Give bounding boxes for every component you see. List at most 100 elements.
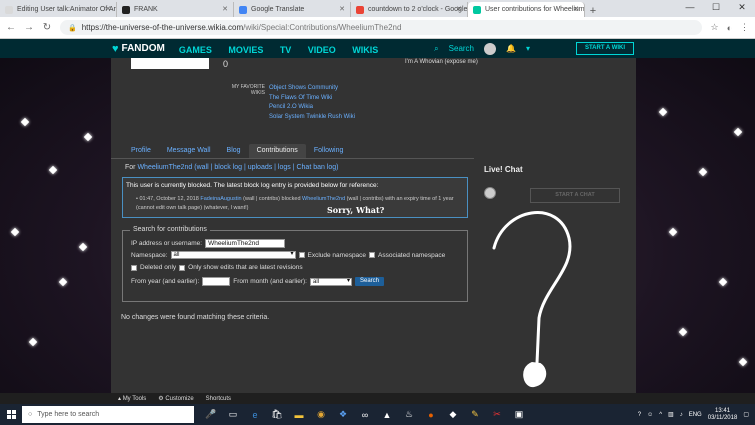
steam-icon[interactable]: ♨: [402, 408, 416, 422]
start-wiki-button[interactable]: START A WIKI: [576, 42, 634, 55]
from-year-input[interactable]: [202, 277, 231, 286]
tab-blog[interactable]: Blog: [219, 144, 249, 158]
maximize-icon[interactable]: ☐: [703, 0, 729, 14]
tab-message-wall[interactable]: Message Wall: [159, 144, 219, 158]
close-icon[interactable]: ✕: [105, 5, 111, 13]
close-icon[interactable]: ✕: [222, 5, 228, 13]
star-decoration: [28, 337, 38, 347]
user-link[interactable]: WheeliumThe2nd: [137, 164, 192, 171]
tab-contributions[interactable]: Contributions: [248, 144, 306, 158]
close-window-icon[interactable]: ✕: [729, 0, 755, 14]
star-decoration: [58, 277, 68, 287]
app-icon[interactable]: ∞: [358, 408, 372, 422]
taskbar-clock[interactable]: 13:41 03/11/2018: [708, 408, 738, 422]
browser-tab[interactable]: Google Translate ✕: [234, 2, 351, 17]
fandom-logo[interactable]: ♥ FANDOM: [112, 43, 165, 55]
chrome-icon[interactable]: ◉: [314, 408, 328, 422]
nav-games[interactable]: GAMES: [179, 45, 212, 55]
favorite-wikis-label: MY FAVORITE WIKIS: [231, 84, 265, 96]
forward-icon[interactable]: →: [24, 22, 34, 33]
profile-tabs: Profile Message Wall Blog Contributions …: [123, 144, 351, 158]
close-icon[interactable]: ✕: [339, 5, 345, 13]
browser-tab[interactable]: countdown to 2 o'clock - Google ✕: [351, 2, 468, 17]
user-avatar[interactable]: [484, 42, 497, 55]
fandom-search-link[interactable]: Search: [449, 44, 474, 53]
language-indicator[interactable]: ENG: [689, 412, 702, 418]
star-icon[interactable]: ☆: [710, 22, 718, 33]
store-icon[interactable]: 🛍: [270, 408, 284, 422]
username-input[interactable]: WheeliumThe2nd: [205, 239, 286, 248]
notifications-icon[interactable]: 🔔: [506, 44, 516, 53]
nav-tv[interactable]: TV: [280, 45, 292, 55]
messages-icon[interactable]: ▾: [526, 44, 530, 53]
menu-icon[interactable]: ⋮: [740, 22, 749, 33]
chevron-up-icon[interactable]: ^: [659, 412, 662, 418]
user-tool-links[interactable]: (wall | block log | uploads | logs | Cha…: [192, 164, 338, 171]
block-log-entry: • 01:47, October 12, 2018 FadeinaAugusti…: [136, 196, 454, 211]
admin-link[interactable]: FadeinaAugustin: [200, 196, 241, 202]
network-icon[interactable]: ▥: [668, 411, 674, 418]
star-decoration: [733, 127, 743, 137]
game-icon[interactable]: ◆: [446, 408, 460, 422]
my-tools-link[interactable]: ▴ My Tools: [118, 395, 146, 402]
favorite-wiki-link[interactable]: Solar System Twinkle Rush Wiki: [269, 113, 355, 123]
target-user-link[interactable]: WheeliumThe2nd: [302, 196, 345, 202]
exclude-namespace-checkbox[interactable]: [298, 252, 305, 258]
media-icon[interactable]: ✂: [490, 408, 504, 422]
search-icon: ○: [28, 411, 33, 418]
tab-profile[interactable]: Profile: [123, 144, 159, 158]
favorite-wiki-link[interactable]: Pencil 2.O Wikia: [269, 103, 355, 113]
explorer-icon[interactable]: ▬: [292, 408, 306, 422]
associated-namespace-checkbox[interactable]: [369, 252, 376, 258]
edge-icon[interactable]: e: [248, 408, 262, 422]
browser-tab[interactable]: FRANK ✕: [117, 2, 234, 17]
fandom-heart-icon: ♥: [112, 42, 119, 55]
action-center-icon[interactable]: ▢: [743, 411, 749, 418]
customize-link[interactable]: ⚙ Customize: [158, 395, 193, 402]
minimize-icon[interactable]: —: [677, 0, 703, 14]
nav-wikis[interactable]: WIKIS: [352, 45, 378, 55]
windows-start-icon[interactable]: [0, 404, 22, 425]
new-tab-button[interactable]: +: [585, 5, 601, 17]
paint-icon[interactable]: ✎: [468, 408, 482, 422]
browser-tab-active[interactable]: User contributions for Wheelium ✕: [468, 2, 585, 17]
dropbox-icon[interactable]: ❖: [336, 408, 350, 422]
tab-following[interactable]: Following: [306, 144, 352, 158]
search-button[interactable]: Search: [354, 277, 384, 286]
reload-icon[interactable]: ↻: [42, 22, 52, 33]
url-input[interactable]: 🔒 https://the-universe-of-the-universe.w…: [60, 20, 703, 35]
favorite-wiki-link[interactable]: The Flaws Of Time Wiki: [269, 94, 355, 104]
close-icon[interactable]: ✕: [573, 5, 579, 13]
task-view-icon[interactable]: ▭: [226, 408, 240, 422]
tab-favicon: [239, 5, 247, 14]
exclude-namespace-label: Exclude namespace: [307, 251, 367, 259]
shortcuts-link[interactable]: Shortcuts: [206, 396, 231, 402]
favorite-wiki-link[interactable]: Object Shows Community: [269, 84, 355, 94]
taskbar-search-input[interactable]: ○ Type here to search: [22, 406, 194, 423]
latest-only-label: Only show edits that are latest revision…: [188, 264, 303, 271]
search-icon[interactable]: ⌕: [434, 44, 438, 54]
microphone-icon[interactable]: 🎤: [204, 408, 218, 422]
deleted-only-checkbox[interactable]: [131, 264, 137, 271]
edit-count: 0: [223, 59, 229, 69]
namespace-select[interactable]: all: [170, 251, 296, 259]
favorite-wikis-list: Object Shows Community The Flaws Of Time…: [269, 84, 355, 122]
help-icon[interactable]: ?: [638, 412, 641, 418]
firefox-icon[interactable]: ●: [424, 408, 438, 422]
nav-video[interactable]: VIDEO: [308, 45, 336, 55]
latest-only-checkbox[interactable]: [179, 264, 186, 271]
from-month-select[interactable]: all: [309, 277, 352, 286]
nav-movies[interactable]: MOVIES: [228, 45, 263, 55]
contributions-main: For WheeliumThe2nd (wall | block log | u…: [111, 158, 474, 393]
volume-icon[interactable]: ♪: [680, 412, 683, 418]
star-decoration: [78, 242, 88, 252]
window-icon[interactable]: ▣: [512, 408, 526, 422]
browser-tab[interactable]: Editing User talk:Animator Of Ar ✕: [0, 2, 117, 17]
extension-icon[interactable]: ◐: [727, 23, 732, 33]
people-icon[interactable]: ☺: [647, 412, 653, 418]
search-contributions-form: Search for contributions IP address or u…: [122, 226, 468, 302]
back-icon[interactable]: ←: [6, 22, 16, 33]
close-icon[interactable]: ✕: [456, 5, 462, 13]
tab-favicon: [5, 5, 13, 14]
car-app-icon[interactable]: ▲: [380, 408, 394, 422]
